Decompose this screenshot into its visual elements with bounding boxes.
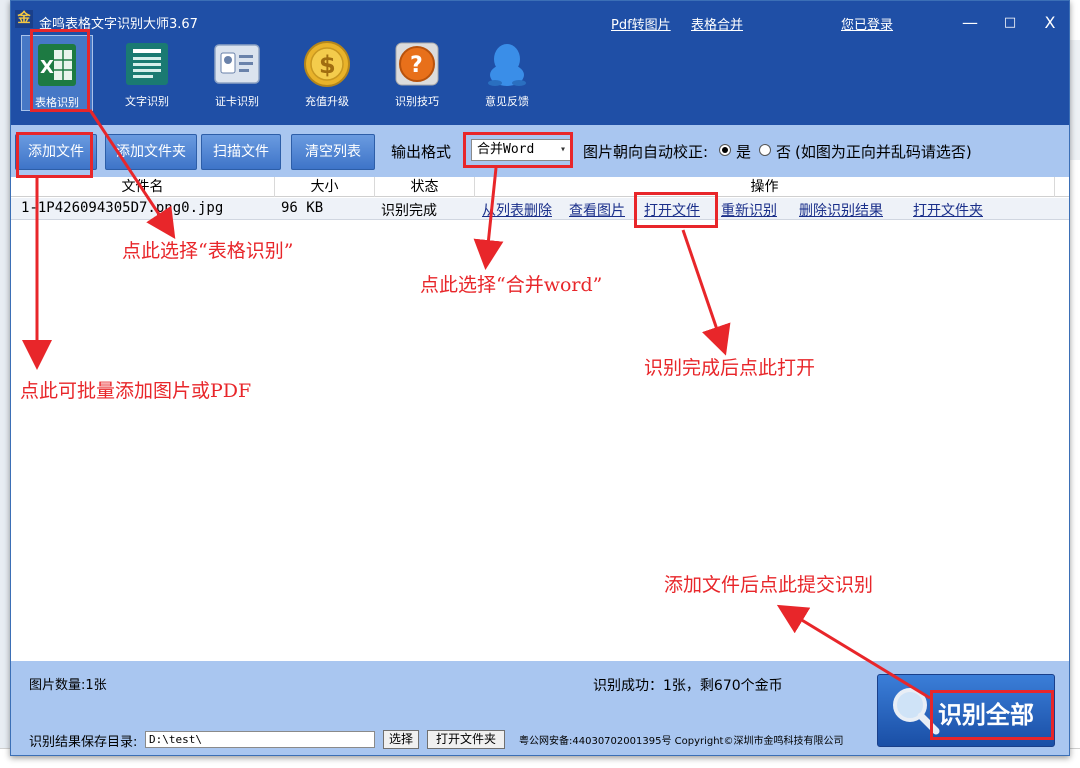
title-bar: 金 金鸣表格文字识别大师3.67 Pdf转图片 表格合并 您已登录 — □ X …	[11, 1, 1069, 125]
orientation-note: (如图为正向并乱码请选否)	[795, 143, 972, 161]
annotation-text-table-recognition: 点此选择“表格识别”	[122, 240, 294, 262]
tool-text-recognition[interactable]: 文字识别	[111, 35, 183, 111]
orientation-label: 图片朝向自动校正:	[583, 143, 709, 161]
tool-label: 表格识别	[35, 96, 79, 109]
recognition-result: 识别成功：1张，剩670个金币	[593, 678, 783, 694]
delete-result-link[interactable]: 删除识别结果	[799, 200, 883, 220]
minimize-button[interactable]: —	[955, 9, 985, 37]
choose-dir-button[interactable]: 选择	[383, 730, 419, 749]
pdf-to-image-link[interactable]: Pdf转图片	[611, 14, 671, 33]
add-file-button[interactable]: 添加文件	[15, 134, 97, 170]
column-actions[interactable]: 操作	[475, 177, 1055, 197]
table-row[interactable]: 1-1P426094305D7.png0.jpg 96 KB 识别完成 从列表删…	[11, 198, 1069, 220]
output-format-select[interactable]: 合并Word ▾	[471, 139, 571, 161]
tool-label: 证卡识别	[215, 95, 259, 108]
output-format-value: 合并Word	[477, 142, 535, 157]
annotation-text-merge-word: 点此选择“合并word”	[420, 274, 603, 296]
tool-label: 充值升级	[305, 95, 349, 108]
tool-table-recognition[interactable]: X 表格识别	[21, 35, 93, 111]
orientation-yes-label: 是	[736, 143, 752, 161]
qq-icon	[482, 39, 532, 89]
document-icon	[122, 39, 172, 89]
orientation-no-label: 否	[776, 143, 792, 161]
table-header: 文件名 大小 状态 操作	[11, 177, 1069, 197]
tool-feedback[interactable]: 意见反馈	[471, 35, 543, 111]
open-file-link[interactable]: 打开文件	[644, 200, 700, 220]
tool-recharge-upgrade[interactable]: $ 充值升级	[291, 35, 363, 111]
open-save-folder-button[interactable]: 打开文件夹	[427, 730, 505, 749]
row-size: 96 KB	[281, 200, 324, 216]
svg-text:$: $	[319, 51, 336, 79]
remove-from-list-link[interactable]: 从列表删除	[482, 200, 552, 220]
copyright: 粤公网安备:44030702001395号 Copyright©深圳市金鸣科技有…	[519, 736, 844, 747]
scan-file-button[interactable]: 扫描文件	[201, 134, 281, 170]
save-dir-label: 识别结果保存目录:	[29, 735, 138, 750]
column-size[interactable]: 大小	[275, 177, 375, 197]
help-icon: ?	[392, 39, 442, 89]
svg-text:?: ?	[410, 53, 423, 78]
save-dir-input[interactable]: D:\test\	[145, 731, 375, 748]
coin-icon: $	[302, 39, 352, 89]
recognize-all-label: 识别全部	[938, 701, 1034, 729]
tool-label: 文字识别	[125, 95, 169, 108]
annotation-text-batch-add: 点此可批量添加图片或PDF	[20, 380, 252, 402]
excel-icon: X	[32, 40, 82, 90]
open-folder-link[interactable]: 打开文件夹	[913, 200, 983, 220]
table-merge-link[interactable]: 表格合并	[691, 14, 743, 33]
magnifier-icon	[893, 688, 940, 735]
row-filename: 1-1P426094305D7.png0.jpg	[21, 200, 224, 216]
annotation-text-open-after: 识别完成后点此打开	[644, 357, 816, 379]
maximize-button[interactable]: □	[995, 9, 1025, 37]
id-card-icon	[212, 39, 262, 89]
tool-card-recognition[interactable]: 证卡识别	[201, 35, 273, 111]
svg-text:X: X	[40, 57, 54, 78]
re-recognize-link[interactable]: 重新识别	[721, 200, 777, 220]
add-folder-button[interactable]: 添加文件夹	[105, 134, 197, 170]
orientation-no-radio[interactable]	[759, 144, 771, 156]
tool-recognition-tips[interactable]: ? 识别技巧	[381, 35, 453, 111]
tool-label: 识别技巧	[395, 95, 439, 108]
output-format-label: 输出格式	[391, 143, 452, 161]
view-image-link[interactable]: 查看图片	[569, 200, 625, 220]
footer: 图片数量:1张 识别成功：1张，剩670个金币 识别结果保存目录: D:\tes…	[11, 661, 1069, 755]
annotation-text-submit: 添加文件后点此提交识别	[664, 574, 874, 596]
column-status[interactable]: 状态	[375, 177, 475, 197]
recognize-all-button[interactable]: 识别全部	[877, 674, 1055, 747]
image-count: 图片数量:1张	[29, 678, 107, 693]
chevron-down-icon: ▾	[559, 144, 566, 155]
toolbar: 添加文件 添加文件夹 扫描文件 清空列表 输出格式 合并Word ▾ 图片朝向自…	[11, 125, 1069, 177]
clear-list-button[interactable]: 清空列表	[291, 134, 375, 170]
orientation-yes-radio[interactable]	[719, 144, 731, 156]
tool-label: 意见反馈	[485, 95, 529, 108]
column-filename[interactable]: 文件名	[11, 177, 275, 197]
app-logo-icon: 金	[15, 10, 33, 28]
close-button[interactable]: X	[1035, 9, 1065, 37]
login-status-link[interactable]: 您已登录	[841, 14, 893, 33]
row-status: 识别完成	[381, 203, 437, 219]
app-title: 金鸣表格文字识别大师3.67	[39, 17, 198, 32]
